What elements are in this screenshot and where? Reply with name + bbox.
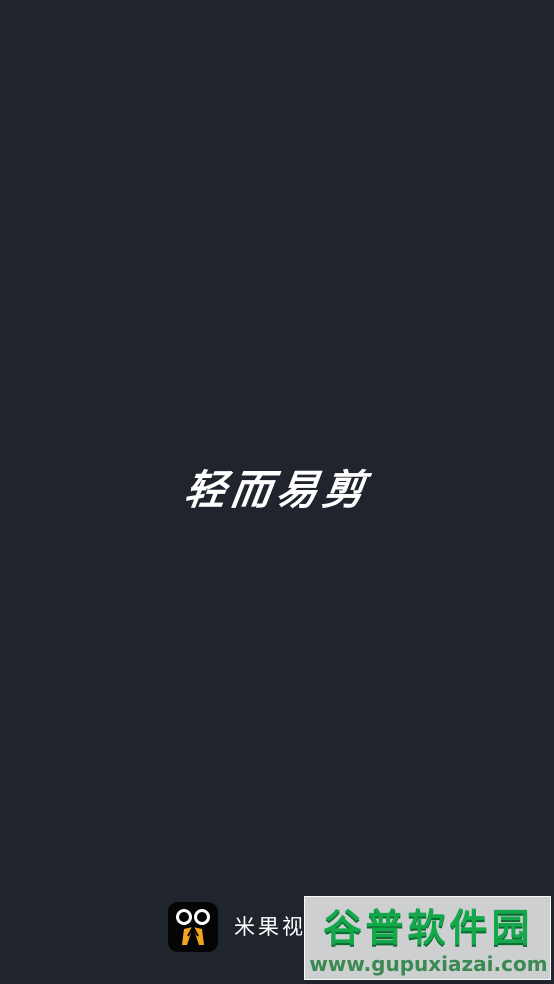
scissors-face-icon <box>168 902 218 952</box>
watermark-badge: 谷普软件园 www.gupuxiazai.com <box>304 896 551 980</box>
app-brand: 米果视 <box>168 902 306 952</box>
splash-screen: 轻而易剪 米果视 谷普软件园 www.gupuxiazai.com <box>0 0 554 984</box>
splash-slogan: 轻而易剪 <box>181 466 373 514</box>
watermark-title: 谷普软件园 <box>323 906 534 950</box>
watermark-url: www.gupuxiazai.com <box>309 952 548 976</box>
app-name: 米果视 <box>234 915 306 939</box>
